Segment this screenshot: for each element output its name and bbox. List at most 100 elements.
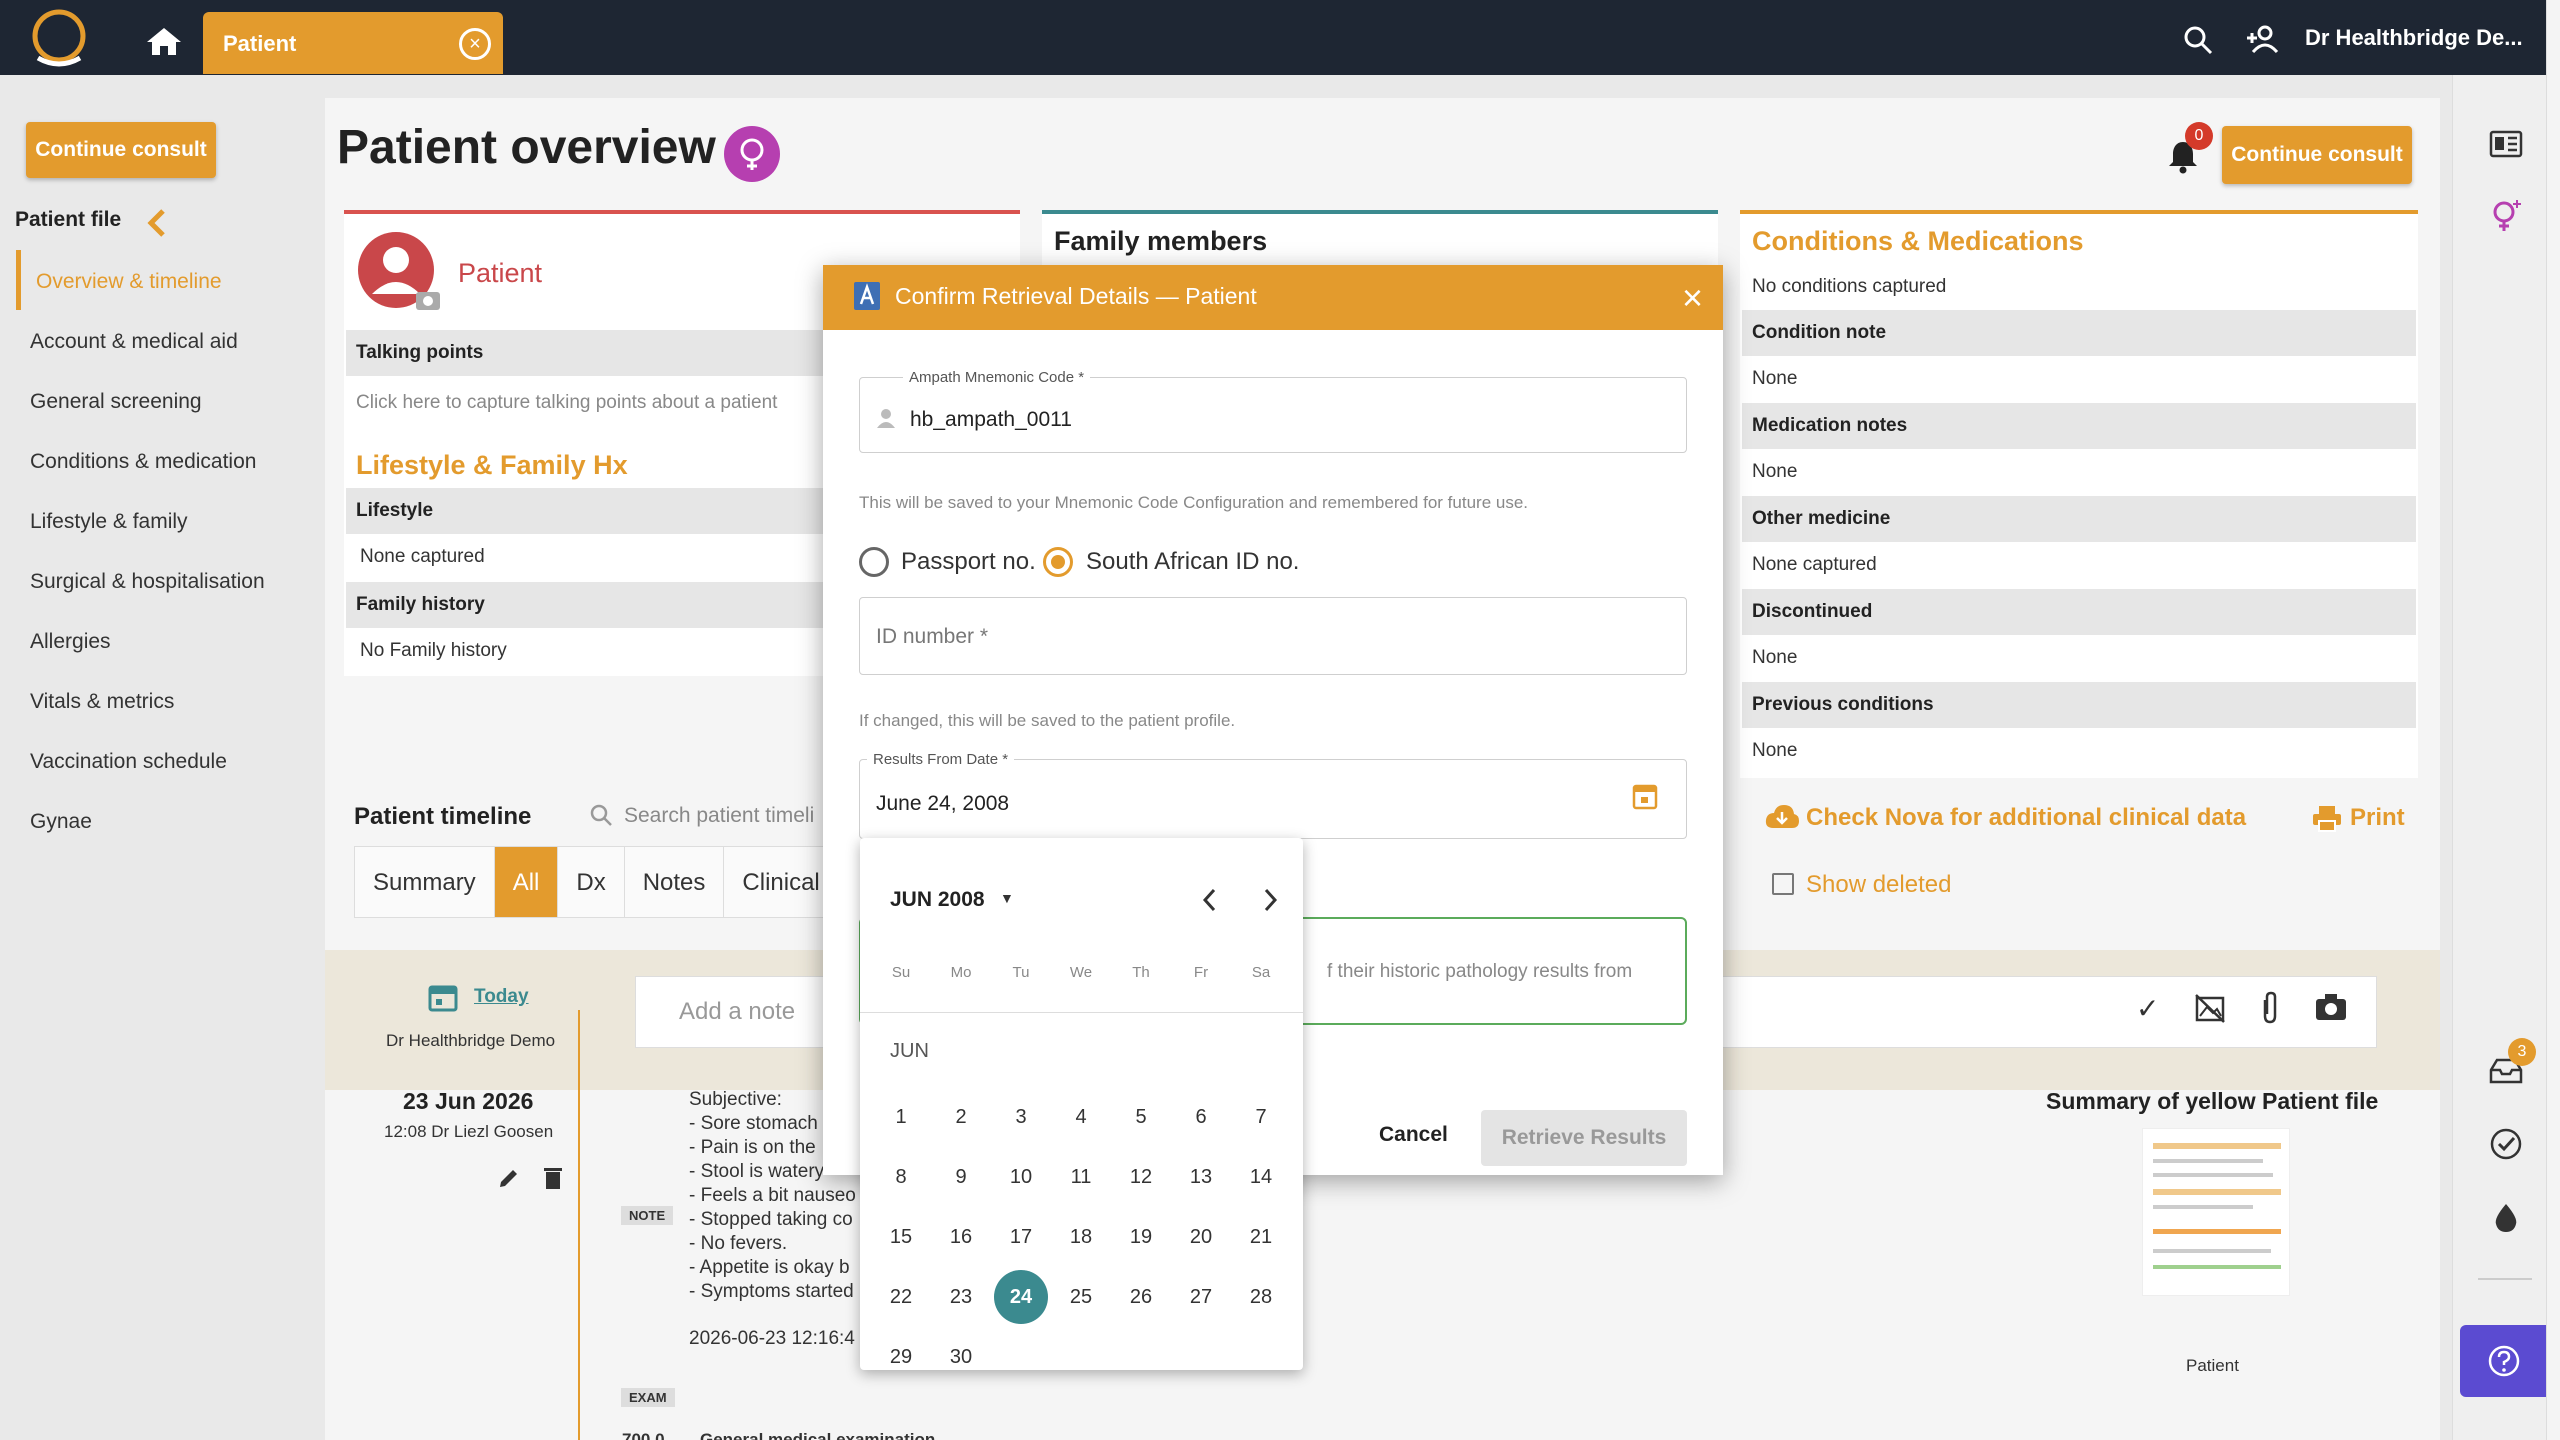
calendar-day[interactable]: 7 <box>1234 1090 1288 1144</box>
confirm-check-icon[interactable]: ✓ <box>2136 992 2159 1025</box>
add-note-input[interactable]: Add a note <box>679 998 795 1026</box>
calendar-day[interactable]: 28 <box>1234 1270 1288 1324</box>
calendar-day[interactable]: 19 <box>1114 1210 1168 1264</box>
home-icon[interactable] <box>145 26 183 56</box>
sidebar-item-vaccination[interactable]: Vaccination schedule <box>30 750 227 774</box>
show-deleted-checkbox[interactable] <box>1772 873 1794 895</box>
tab-notes[interactable]: Notes <box>625 847 725 917</box>
calendar-day[interactable]: 30 <box>934 1330 988 1370</box>
next-month-icon[interactable] <box>1258 886 1282 914</box>
print-button[interactable]: Print <box>2350 804 2405 832</box>
calendar-day[interactable]: 4 <box>1054 1090 1108 1144</box>
calendar-day[interactable]: 3 <box>994 1090 1048 1144</box>
calendar-month-year[interactable]: JUN 2008 <box>890 888 985 912</box>
calendar-day[interactable]: 26 <box>1114 1270 1168 1324</box>
tab-summary[interactable]: Summary <box>355 847 495 917</box>
tab-clinical[interactable]: Clinical <box>724 847 839 917</box>
continue-consult-button[interactable]: Continue consult <box>2222 126 2412 184</box>
sidebar-item-screening[interactable]: General screening <box>30 390 202 414</box>
calendar-day[interactable]: 16 <box>934 1210 988 1264</box>
date-picker-icon[interactable] <box>1632 782 1658 810</box>
results-from-date-field[interactable]: June 24, 2008 <box>859 759 1687 839</box>
calendar-dropdown-icon[interactable]: ▼ <box>1000 890 1014 906</box>
id-number-placeholder[interactable]: ID number * <box>876 625 988 649</box>
mnemonic-code-field[interactable]: hb_ampath_0011 <box>859 377 1687 453</box>
calendar-day[interactable]: 5 <box>1114 1090 1168 1144</box>
calendar-day-selected[interactable]: 24 <box>994 1270 1048 1324</box>
tab-close-icon[interactable]: × <box>459 28 491 60</box>
no-image-icon[interactable] <box>2194 992 2226 1024</box>
calendar-day[interactable]: 8 <box>874 1150 928 1204</box>
user-menu[interactable]: Dr Healthbridge De... <box>2305 25 2523 51</box>
sa-id-radio-label[interactable]: South African ID no. <box>1086 548 1299 576</box>
female-gender-add-icon[interactable] <box>2488 198 2524 234</box>
sidebar-item-conditions[interactable]: Conditions & medication <box>30 450 256 474</box>
passport-radio-label[interactable]: Passport no. <box>901 548 1036 576</box>
calendar-day[interactable]: 13 <box>1174 1150 1228 1204</box>
add-user-icon[interactable] <box>2245 24 2281 54</box>
camera-icon[interactable] <box>2314 992 2348 1022</box>
summary-thumbnail[interactable] <box>2142 1128 2290 1296</box>
calendar-day[interactable]: 20 <box>1174 1210 1228 1264</box>
results-from-date-value[interactable]: June 24, 2008 <box>876 792 1009 816</box>
calendar-day[interactable]: 10 <box>994 1150 1048 1204</box>
app-logo-icon[interactable] <box>28 8 90 68</box>
calendar-day[interactable]: 21 <box>1234 1210 1288 1264</box>
calendar-day[interactable]: 9 <box>934 1150 988 1204</box>
help-button[interactable] <box>2460 1325 2546 1397</box>
calendar-day[interactable]: 1 <box>874 1090 928 1144</box>
dialog-close-icon[interactable]: × <box>1682 277 1703 319</box>
sidebar-item-overview[interactable]: Overview & timeline <box>36 270 222 294</box>
entry-date: 23 Jun 2026 <box>403 1088 534 1114</box>
help-icon[interactable] <box>2486 1343 2522 1379</box>
attachment-icon[interactable] <box>2258 990 2282 1026</box>
calendar-day[interactable]: 17 <box>994 1210 1048 1264</box>
calendar-day[interactable]: 23 <box>934 1270 988 1324</box>
sidebar-item-vitals[interactable]: Vitals & metrics <box>30 690 174 714</box>
conditions-panel-title: Conditions & Medications <box>1752 226 2084 256</box>
check-nova-link[interactable]: Check Nova for additional clinical data <box>1806 804 2246 832</box>
calendar-day[interactable]: 6 <box>1174 1090 1228 1144</box>
edit-icon[interactable] <box>497 1166 521 1190</box>
calendar-day[interactable]: 25 <box>1054 1270 1108 1324</box>
retrieve-results-button[interactable]: Retrieve Results <box>1481 1110 1687 1166</box>
task-check-icon[interactable] <box>2488 1126 2524 1162</box>
calendar-day[interactable]: 15 <box>874 1210 928 1264</box>
id-number-field[interactable]: ID number * <box>859 597 1687 675</box>
print-icon[interactable] <box>2312 804 2342 832</box>
drop-icon[interactable] <box>2488 1200 2524 1236</box>
calendar-day[interactable]: 14 <box>1234 1150 1288 1204</box>
calendar-day[interactable]: 2 <box>934 1090 988 1144</box>
search-icon[interactable] <box>2182 24 2214 56</box>
calendar-day[interactable]: 27 <box>1174 1270 1228 1324</box>
sidebar-item-allergies[interactable]: Allergies <box>30 630 111 654</box>
passport-radio[interactable] <box>859 547 889 577</box>
sidebar-item-gynae[interactable]: Gynae <box>30 810 92 834</box>
sidebar-item-account[interactable]: Account & medical aid <box>30 330 238 354</box>
patient-name: Patient <box>458 258 543 288</box>
timeline-search-input[interactable]: Search patient timeli <box>624 804 814 828</box>
today-link[interactable]: Today <box>474 986 529 1008</box>
calendar-day[interactable]: 29 <box>874 1330 928 1370</box>
cloud-download-icon[interactable] <box>1764 802 1800 830</box>
tab-patient[interactable]: Patient × <box>203 12 503 74</box>
talking-points-input[interactable]: Click here to capture talking points abo… <box>356 392 777 414</box>
tab-patient-label: Patient <box>223 31 297 56</box>
sidebar-item-surgical[interactable]: Surgical & hospitalisation <box>30 570 265 594</box>
tab-dx[interactable]: Dx <box>558 847 625 917</box>
id-card-icon[interactable] <box>2488 126 2524 162</box>
tab-all[interactable]: All <box>494 847 559 917</box>
page-scrollbar[interactable] <box>2546 0 2560 1440</box>
calendar-day[interactable]: 11 <box>1054 1150 1108 1204</box>
prev-month-icon[interactable] <box>1198 886 1222 914</box>
calendar-day[interactable]: 18 <box>1054 1210 1108 1264</box>
sidebar-item-lifestyle[interactable]: Lifestyle & family <box>30 510 188 534</box>
mnemonic-code-value[interactable]: hb_ampath_0011 <box>910 408 1072 432</box>
collapse-chevron-icon[interactable] <box>145 208 169 238</box>
sa-id-radio[interactable] <box>1043 547 1073 577</box>
calendar-day[interactable]: 12 <box>1114 1150 1168 1204</box>
delete-icon[interactable] <box>543 1166 563 1190</box>
cancel-button[interactable]: Cancel <box>1379 1123 1448 1147</box>
calendar-day[interactable]: 22 <box>874 1270 928 1324</box>
continue-consult-sidebar-button[interactable]: Continue consult <box>26 122 216 178</box>
